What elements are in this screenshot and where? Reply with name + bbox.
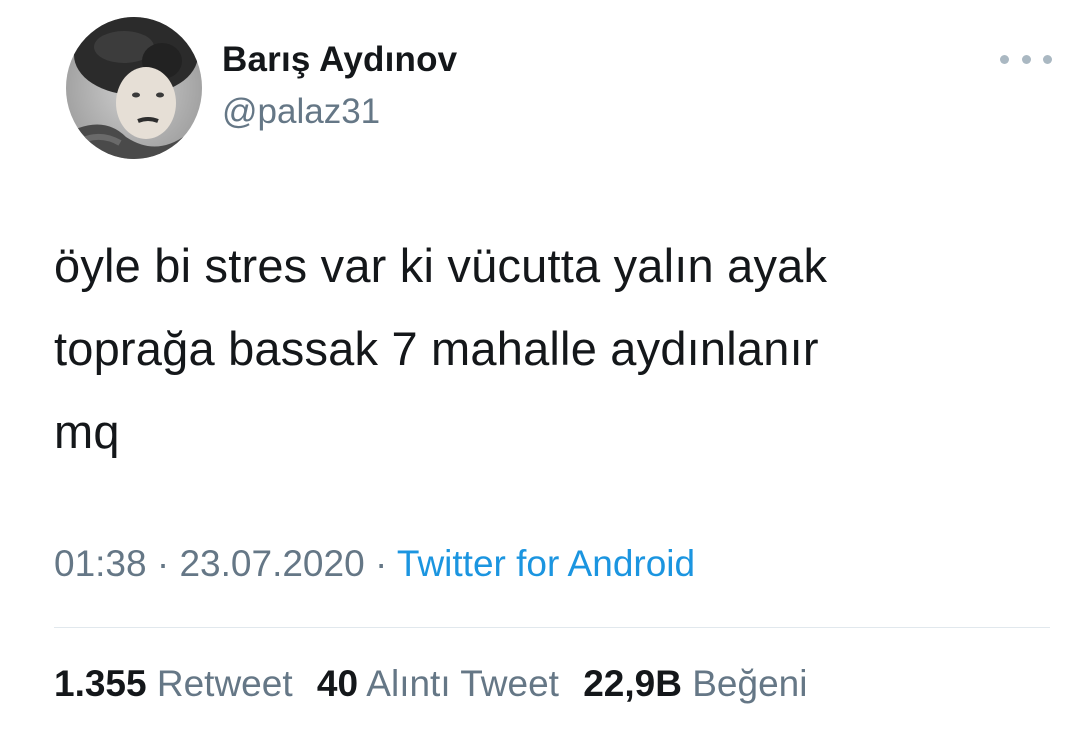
- retweets-label: Retweet: [156, 663, 293, 704]
- quote-tweets-count: 40: [316, 663, 359, 704]
- tweet-source-link[interactable]: Twitter for Android: [397, 543, 695, 584]
- retweets-count: 1.355: [54, 663, 147, 704]
- likes-label: Beğeni: [692, 663, 808, 704]
- tweet-time[interactable]: 01:38: [54, 543, 147, 584]
- quote-tweets-stat[interactable]: 40 Alıntı Tweet: [317, 663, 559, 705]
- more-dot: [1000, 54, 1009, 64]
- divider: [54, 627, 1050, 628]
- more-dot: [1043, 54, 1052, 64]
- tweet-text: öyle bi stres var ki vücutta yalın ayak …: [54, 239, 828, 458]
- more-dot: [1021, 54, 1031, 64]
- likes-stat[interactable]: 22,9B Beğeni: [583, 663, 807, 705]
- tweet-card: Barış Aydınov @palaz31 öyle bi stres var…: [0, 0, 1080, 737]
- display-name[interactable]: Barış Aydınov: [222, 40, 457, 80]
- meta-separator: ·: [156, 543, 170, 584]
- quote-tweets-label: Alıntı Tweet: [366, 663, 559, 704]
- more-options-icon[interactable]: [1000, 44, 1052, 74]
- user-handle[interactable]: @palaz31: [222, 92, 380, 132]
- meta-separator: ·: [374, 543, 388, 584]
- avatar[interactable]: [66, 17, 202, 159]
- tweet-date[interactable]: 23.07.2020: [179, 543, 364, 584]
- likes-count: 22,9B: [583, 663, 682, 704]
- avatar-photo: [66, 17, 202, 159]
- retweets-stat[interactable]: 1.355 Retweet: [54, 663, 293, 705]
- tweet-stats: 1.355 Retweet 40 Alıntı Tweet 22,9B Beğe…: [54, 663, 821, 705]
- tweet-meta: 01:38 · 23.07.2020 · Twitter for Android: [54, 543, 695, 585]
